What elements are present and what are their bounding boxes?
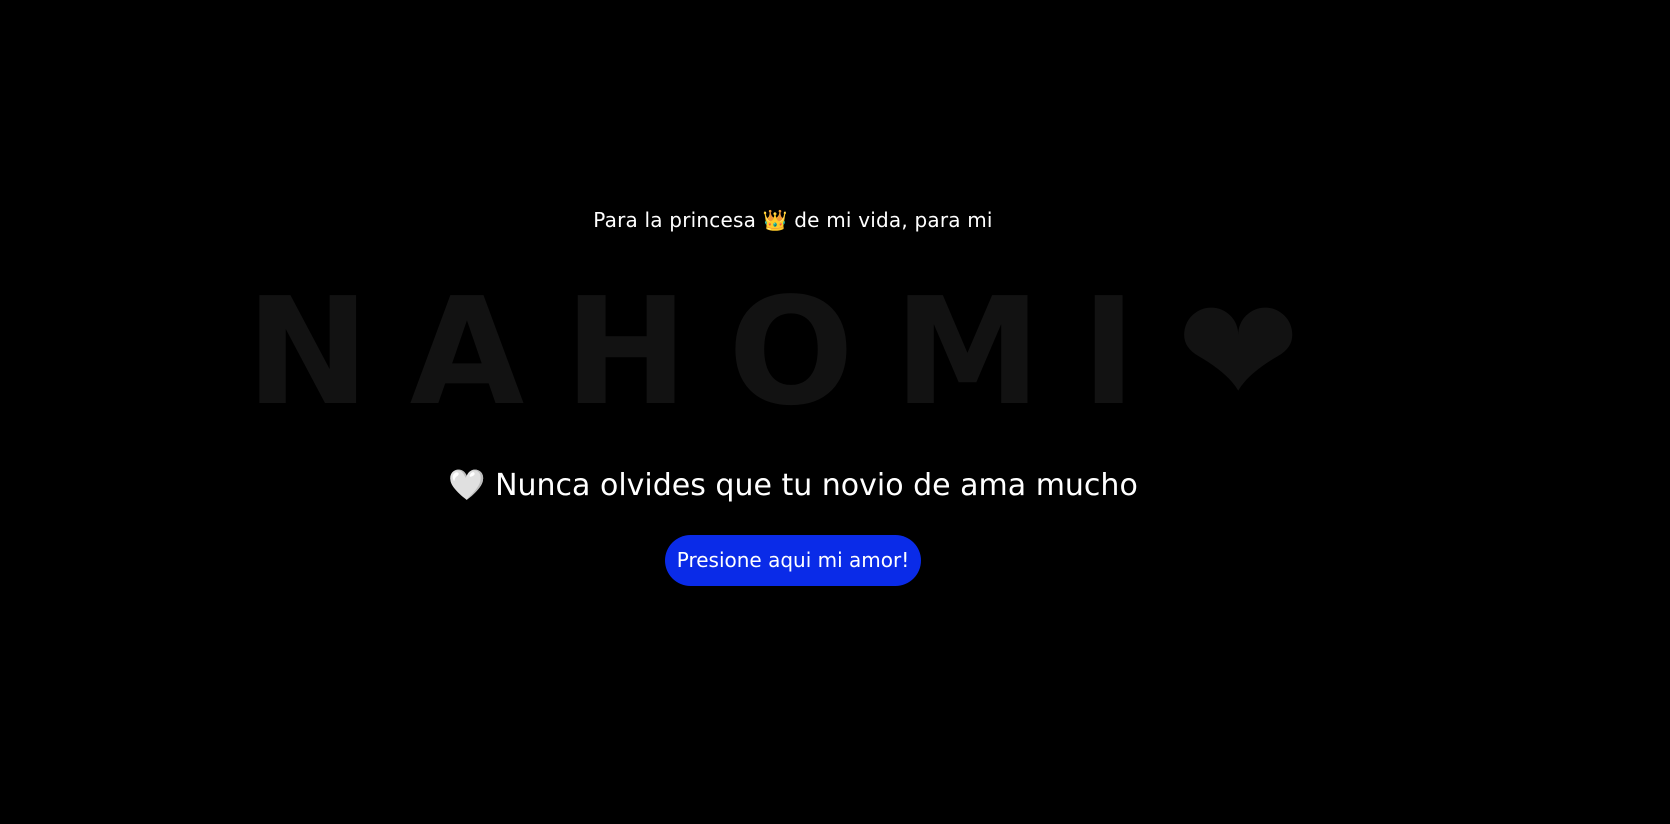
- page-stage: Para la princesa 👑 de mi vida, para mi N…: [0, 0, 1586, 824]
- press-here-button[interactable]: Presione aqui mi amor!: [664, 535, 922, 586]
- button-container: Presione aqui mi amor!: [0, 535, 1586, 586]
- dedication-text: Para la princesa 👑 de mi vida, para mi: [593, 208, 993, 232]
- name-banner: NAHOMI❤: [245, 266, 1341, 438]
- love-message: 🤍 Nunca olvides que tu novio de ama much…: [448, 468, 1138, 503]
